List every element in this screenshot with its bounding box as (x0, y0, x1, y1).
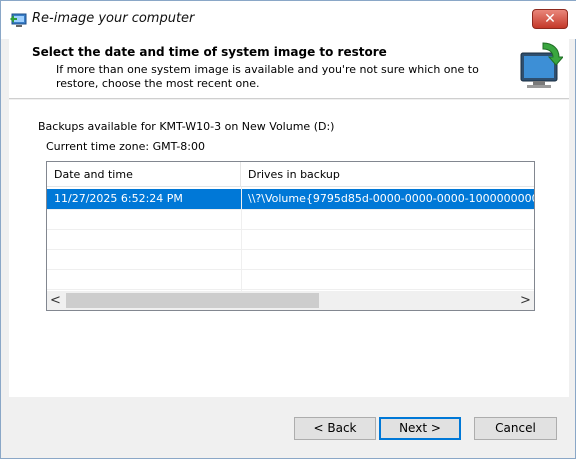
grid-line (47, 269, 534, 270)
grid-line (47, 289, 534, 290)
scroll-thumb[interactable] (66, 293, 319, 308)
scroll-right-icon[interactable]: > (517, 291, 534, 310)
window-title: Re-image your computer (32, 11, 195, 26)
page-title: Select the date and time of system image… (32, 45, 387, 59)
system-restore-icon (10, 13, 27, 27)
column-header-drives[interactable]: Drives in backup (241, 162, 534, 187)
monitor-restore-icon (520, 42, 563, 88)
scroll-left-icon[interactable]: < (47, 291, 64, 310)
horizontal-scrollbar[interactable]: < > (47, 291, 534, 310)
window: Re-image your computer ✕ Select the date… (0, 0, 576, 459)
list-row-selected[interactable]: 11/27/2025 6:52:24 PM \\?\Volume{9795d85… (47, 189, 534, 209)
grid-line (47, 249, 534, 250)
page-description: If more than one system image is availab… (56, 63, 479, 90)
close-button[interactable]: ✕ (532, 9, 568, 29)
timezone-label: Current time zone: GMT-8:00 (46, 140, 206, 153)
grid-line (47, 209, 534, 210)
list-header: Date and time Drives in backup (47, 162, 534, 187)
backups-label: Backups available for KMT-W10-3 on New V… (38, 120, 335, 133)
next-button[interactable]: Next > (379, 417, 461, 440)
column-divider (241, 187, 242, 291)
title-bar: Re-image your computer ✕ (1, 1, 576, 39)
backup-list[interactable]: Date and time Drives in backup 11/27/202… (46, 161, 535, 311)
cancel-button[interactable]: Cancel (474, 417, 557, 440)
row-date: 11/27/2025 6:52:24 PM (54, 192, 183, 205)
wizard-header: Select the date and time of system image… (9, 39, 569, 99)
close-icon: ✕ (544, 11, 556, 27)
column-header-date[interactable]: Date and time (47, 162, 241, 187)
row-drives: \\?\Volume{9795d85d-0000-0000-0000-10000… (248, 192, 534, 205)
back-button[interactable]: < Back (294, 417, 376, 440)
grid-line (47, 229, 534, 230)
